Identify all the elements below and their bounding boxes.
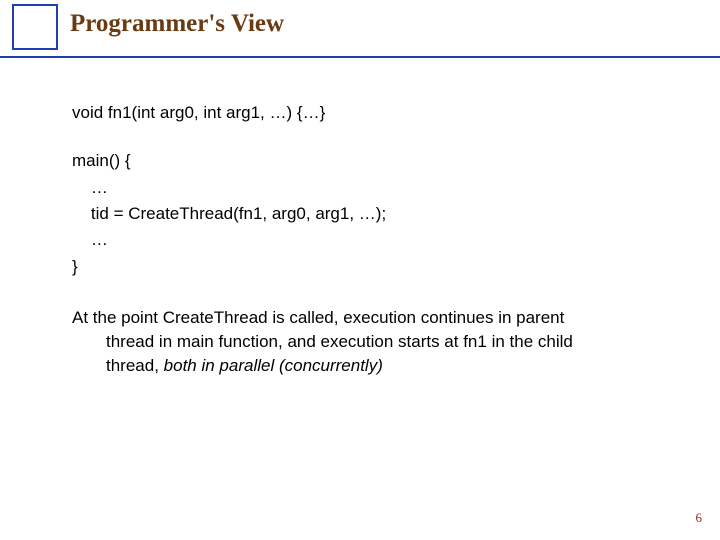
code-ellipsis-2: …: [72, 230, 108, 249]
corner-square-icon: [12, 4, 58, 50]
note-line-3: thread, both in parallel (concurrently): [72, 354, 670, 378]
code-main-open: main() {: [72, 151, 131, 170]
slide-body: void fn1(int arg0, int arg1, …) {…} main…: [72, 100, 670, 377]
header-rule: [0, 56, 720, 58]
note-line-3-em: both in parallel (concurrently): [164, 356, 383, 375]
explanatory-note: At the point CreateThread is called, exe…: [72, 306, 670, 377]
slide-header: Programmer's View: [0, 0, 720, 64]
slide-title: Programmer's View: [70, 10, 284, 38]
code-main-block: main() { … tid = CreateThread(fn1, arg0,…: [72, 148, 670, 280]
slide: Programmer's View void fn1(int arg0, int…: [0, 0, 720, 540]
code-ellipsis-1: …: [72, 178, 108, 197]
code-fn-decl: void fn1(int arg0, int arg1, …) {…}: [72, 100, 670, 126]
code-tid-line: tid = CreateThread(fn1, arg0, arg1, …);: [72, 204, 386, 223]
page-number: 6: [696, 510, 703, 526]
code-main-close: }: [72, 257, 78, 276]
note-line-3-pre: thread,: [106, 356, 164, 375]
note-line-1: At the point CreateThread is called, exe…: [72, 306, 670, 330]
note-line-2: thread in main function, and execution s…: [72, 330, 670, 354]
